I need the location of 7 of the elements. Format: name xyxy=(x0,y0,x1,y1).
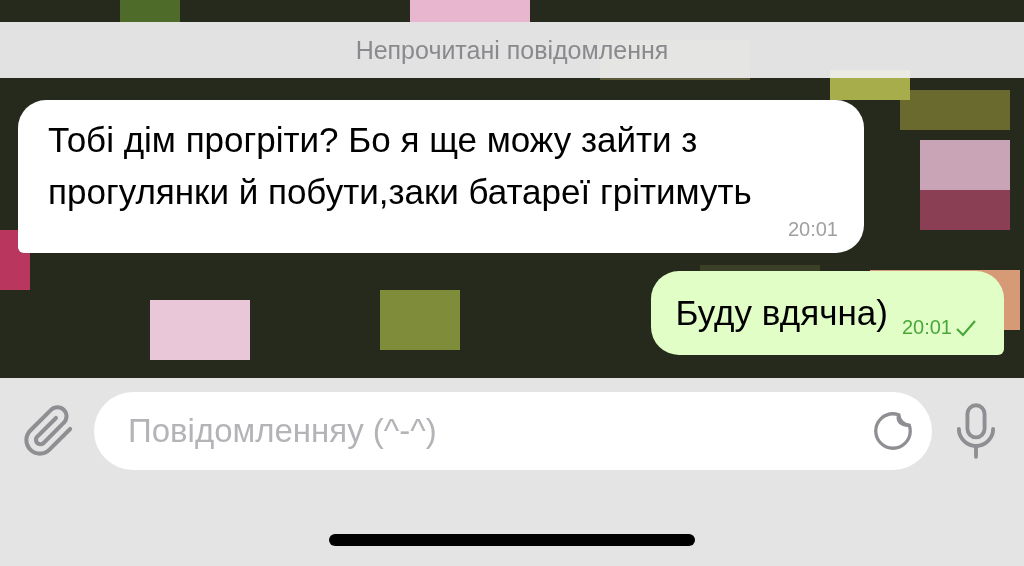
message-time: 20:01 xyxy=(787,218,838,241)
message-text: Буду вдячна) xyxy=(675,292,888,334)
unread-messages-banner: Непрочитані повідомлення xyxy=(0,22,1024,78)
message-input[interactable]: Повідомленняу (^-^) xyxy=(126,411,870,451)
message-field[interactable]: Повідомленняу (^-^) xyxy=(94,392,932,470)
message-time: 20:01 xyxy=(901,316,952,339)
message-text: Тобі дім прогріти? Бо я ще можу зайти з прогулянки й побути,заки батареї грітимуть xyxy=(48,119,753,213)
